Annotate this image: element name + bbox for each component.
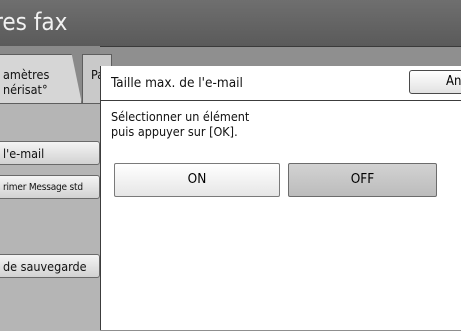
- tab-label-line1: amètres: [3, 67, 50, 82]
- sidebar-item-email[interactable]: l'e-mail: [0, 141, 100, 165]
- cancel-button[interactable]: Annuler: [409, 70, 461, 94]
- max-email-size-dialog: Taille max. de l'e-mail Annuler Sélectio…: [100, 66, 461, 330]
- title-bar: res fax: [0, 0, 461, 47]
- option-on-label: ON: [187, 171, 207, 187]
- option-off-label: OFF: [350, 171, 375, 187]
- tab-content-strip: [0, 103, 100, 331]
- instruction-line-1: Sélectionner un élément: [111, 109, 250, 124]
- tab-label-line2: nérisat°: [3, 82, 48, 97]
- tab-parametres-generaux[interactable]: amètres nérisat°: [0, 54, 82, 104]
- screen-title: res fax: [0, 8, 68, 36]
- instruction-line-2: puis appuyer sur [OK].: [111, 124, 238, 139]
- sidebar-item-backup[interactable]: de sauvegarde: [0, 254, 100, 278]
- option-on-button[interactable]: ON: [114, 163, 280, 197]
- cancel-button-label: Annuler: [446, 74, 461, 89]
- dialog-header: Taille max. de l'e-mail Annuler: [101, 66, 461, 101]
- instruction-text: Sélectionner un élément puis appuyer sur…: [111, 109, 249, 139]
- dialog-title: Taille max. de l'e-mail: [111, 75, 243, 91]
- sidebar-item-print-standard-message[interactable]: rimer Message std: [0, 175, 100, 199]
- sidebar-item-label: de sauvegarde: [3, 259, 87, 274]
- sidebar-item-label: rimer Message std: [3, 182, 83, 193]
- sidebar-item-label: l'e-mail: [3, 146, 45, 161]
- option-off-button[interactable]: OFF: [288, 163, 437, 197]
